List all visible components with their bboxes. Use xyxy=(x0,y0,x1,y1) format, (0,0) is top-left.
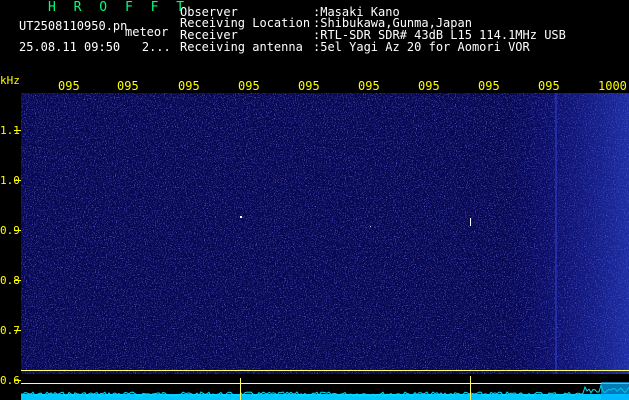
counter-value: 2... xyxy=(141,40,171,54)
waterfall-spectrogram xyxy=(21,93,629,374)
x-tick-label: 095 xyxy=(418,79,440,93)
meteor-label: meteor xyxy=(125,25,169,39)
antenna-value: :5el Yagi Az 20 for Aomori VOR xyxy=(313,40,530,54)
y-tick-mark xyxy=(14,330,21,331)
date-time: 25.08.11 09:50 2... xyxy=(19,41,171,53)
spectrum-trace xyxy=(21,376,629,400)
y-tick-mark xyxy=(14,130,21,131)
marker-line-upper xyxy=(21,370,629,371)
x-tick-label: 095 xyxy=(358,79,380,93)
y-tick-mark xyxy=(14,230,21,231)
x-tick-label: 1000 xyxy=(598,79,627,93)
date-time-value: 25.08.11 09:50 xyxy=(19,40,121,54)
x-tick-label: 095 xyxy=(478,79,500,93)
hrofft-screen: H R O F F T UT2508110950.pn meteor 25.08… xyxy=(0,0,629,400)
file-name: UT2508110950.pn xyxy=(19,19,128,33)
x-tick-label: 095 xyxy=(58,79,80,93)
y-tick-mark xyxy=(14,280,21,281)
x-tick-label: 095 xyxy=(117,79,139,93)
x-tick-label: 095 xyxy=(298,79,320,93)
waterfall-canvas xyxy=(21,93,629,374)
y-tick-mark xyxy=(14,380,21,381)
app-title: H R O F F T xyxy=(48,0,190,15)
x-tick-label: 095 xyxy=(238,79,260,93)
unit-label: kHz xyxy=(0,74,20,87)
y-tick-mark xyxy=(14,180,21,181)
x-tick-label: 095 xyxy=(538,79,560,93)
x-tick-label: 095 xyxy=(178,79,200,93)
antenna-label: Receiving antenna xyxy=(180,40,303,54)
